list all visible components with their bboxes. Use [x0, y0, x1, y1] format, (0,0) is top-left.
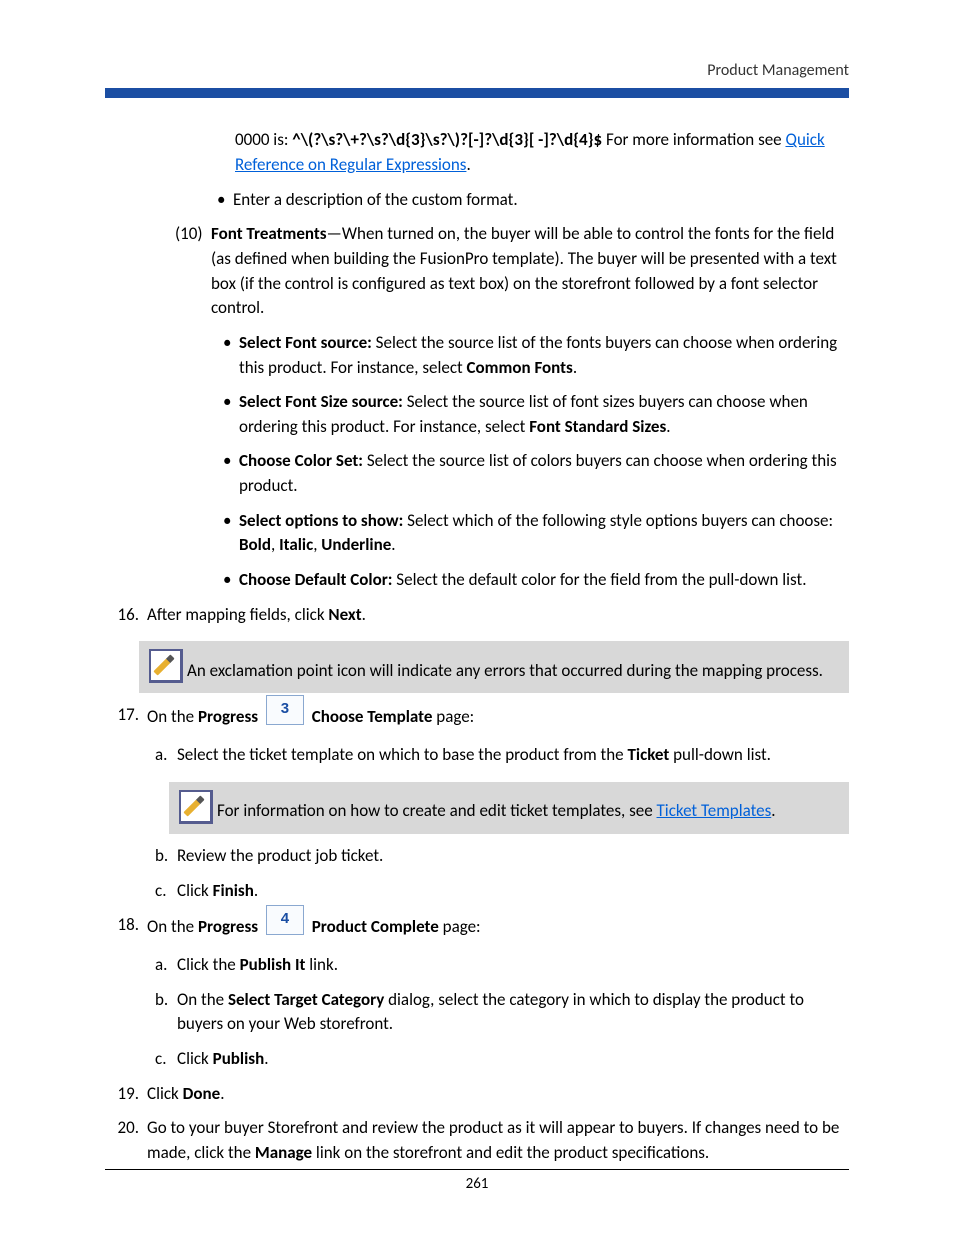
step-18: 18. On the Progress 4 Product Complete p…: [105, 913, 849, 1072]
page-footer: 261: [105, 1169, 849, 1195]
note-text: An exclamation point icon will indicate …: [187, 659, 839, 684]
font-treatments-label: Font Treatments: [211, 223, 327, 244]
regex-code: ^\(?\s?\+?\s?\d{3}\s?\)?[-]?\d{3}[ -]?\d…: [292, 129, 602, 150]
font-treatments-block: (10) Font Treatments—When turned on, the…: [175, 222, 849, 592]
page-number: 261: [466, 1175, 489, 1193]
regex-period: .: [466, 154, 470, 175]
custom-format-bullets: Enter a description of the custom format…: [235, 188, 849, 213]
progress-step-badge-3: 3: [266, 695, 304, 725]
document-page: Product Management 0000 is: ^\(?\s?\+?\s…: [0, 0, 954, 1235]
label: Choose Color Set:: [239, 450, 363, 471]
regex-prefix: 0000 is:: [235, 129, 292, 150]
section-title: Product Management: [707, 61, 849, 80]
note-ticket-templates: For information on how to create and edi…: [169, 782, 849, 834]
regex-continuation: 0000 is: ^\(?\s?\+?\s?\d{3}\s?\)?[-]?\d{…: [235, 128, 849, 177]
bullet-font-size-source: Select Font Size source: Select the sour…: [211, 390, 849, 439]
step-18b: b. On the Select Target Category dialog,…: [147, 988, 849, 1037]
pencil-icon: [179, 790, 213, 824]
bullet-default-color: Choose Default Color: Select the default…: [211, 568, 849, 593]
step-17: 17. On the Progress 3 Choose Template pa…: [105, 703, 849, 768]
label: Select options to show:: [239, 510, 403, 531]
bullet-font-source: Select Font source: Select the source li…: [211, 331, 849, 380]
step-17b: b. Review the product job ticket.: [147, 844, 849, 869]
step-18a: a. Click the Publish It link.: [147, 953, 849, 978]
main-steps-list: 16. After mapping fields, click Next.: [105, 603, 849, 628]
page-header: Product Management: [105, 60, 849, 88]
regex-suffix: For more information see: [602, 129, 785, 150]
progress-step-badge-4: 4: [266, 905, 304, 935]
note-mapping-errors: An exclamation point icon will indicate …: [139, 641, 849, 693]
ticket-templates-link[interactable]: Ticket Templates: [657, 800, 772, 821]
pencil-icon: [149, 649, 183, 683]
note-text: For information on how to create and edi…: [217, 800, 657, 821]
bullet-color-set: Choose Color Set: Select the source list…: [211, 449, 849, 498]
step-16: 16. After mapping fields, click Next.: [105, 603, 849, 628]
header-rule: [105, 88, 849, 98]
label: Select Font source:: [239, 332, 372, 353]
bullet-enter-description: Enter a description of the custom format…: [205, 188, 849, 213]
step-18c: c. Click Publish.: [147, 1047, 849, 1072]
sub-item-number: (10): [175, 222, 211, 321]
bullet-options-to-show: Select options to show: Select which of …: [211, 509, 849, 558]
label: Select Font Size source:: [239, 391, 403, 412]
step-17c: c. Click Finish.: [147, 879, 849, 904]
step-19: 19. Click Done.: [105, 1082, 849, 1107]
label: Choose Default Color:: [239, 569, 392, 590]
bullet-text: Enter a description of the custom format…: [233, 188, 849, 213]
step-17a: a. Select the ticket template on which t…: [147, 743, 849, 768]
page-content: 0000 is: ^\(?\s?\+?\s?\d{3}\s?\)?[-]?\d{…: [105, 128, 849, 1165]
step-20: 20. Go to your buyer Storefront and revi…: [105, 1116, 849, 1165]
